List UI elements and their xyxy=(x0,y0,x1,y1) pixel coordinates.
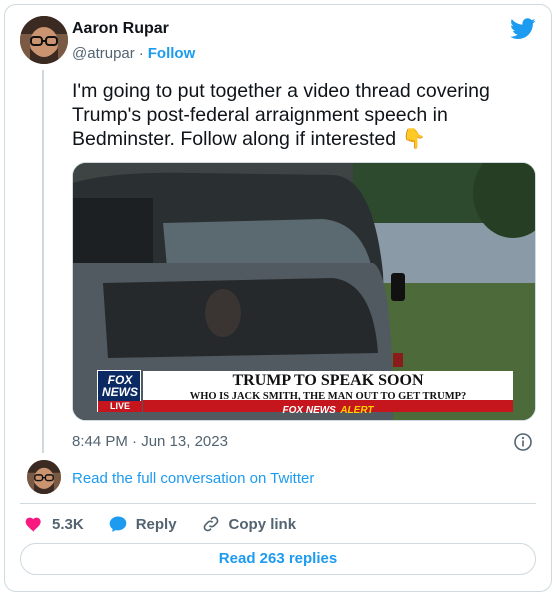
reply-bubble-icon xyxy=(109,516,127,532)
handle-separator: · xyxy=(138,45,144,62)
avatar-image xyxy=(20,16,68,64)
twitter-bird-icon[interactable] xyxy=(510,18,536,40)
fox-news-logo: FOX NEWS LIVE xyxy=(97,370,142,412)
read-replies-button[interactable]: Read 263 replies xyxy=(20,543,536,575)
copy-link-button[interactable]: Copy link xyxy=(201,514,297,534)
tweet-timestamp[interactable]: 8:44 PM · Jun 13, 2023 xyxy=(72,433,228,450)
divider xyxy=(20,503,536,504)
author-handle[interactable]: @atrupar xyxy=(72,45,135,62)
author-name[interactable]: Aaron Rupar xyxy=(72,20,169,38)
read-conversation-link[interactable]: Read the full conversation on Twitter xyxy=(72,470,314,487)
author-handle-row: @atrupar · Follow xyxy=(72,45,195,62)
alert-brand: FOX NEWS xyxy=(282,405,336,416)
reply-button[interactable]: Reply xyxy=(108,514,177,534)
link-icon xyxy=(203,516,218,532)
live-badge: LIVE xyxy=(98,401,142,412)
tweet-text: I'm going to put together a video thread… xyxy=(72,80,490,150)
follow-button[interactable]: Follow xyxy=(148,45,196,62)
alert-label: ALERT xyxy=(340,405,374,416)
chyron-alert-bar: FOX NEWS ALERT xyxy=(143,400,513,416)
small-avatar-image xyxy=(27,460,61,494)
copy-link-label: Copy link xyxy=(228,515,297,533)
thread-connector-line xyxy=(42,70,44,453)
viewer-avatar[interactable] xyxy=(27,460,61,494)
tweet-actions: 5.3K Reply Copy link xyxy=(24,513,320,535)
tweet-video[interactable]: FOX NEWS LIVE TRUMP TO SPEAK SOON WHO IS … xyxy=(72,162,536,421)
info-icon[interactable] xyxy=(513,432,533,452)
like-button[interactable]: 5.3K xyxy=(24,514,84,534)
fox-logo-text: FOX NEWS xyxy=(102,373,138,399)
author-avatar[interactable] xyxy=(20,16,68,64)
chyron-headline: TRUMP TO SPEAK SOON xyxy=(232,372,424,389)
reply-label: Reply xyxy=(135,515,177,533)
heart-icon xyxy=(25,517,41,532)
like-count: 5.3K xyxy=(52,515,84,533)
